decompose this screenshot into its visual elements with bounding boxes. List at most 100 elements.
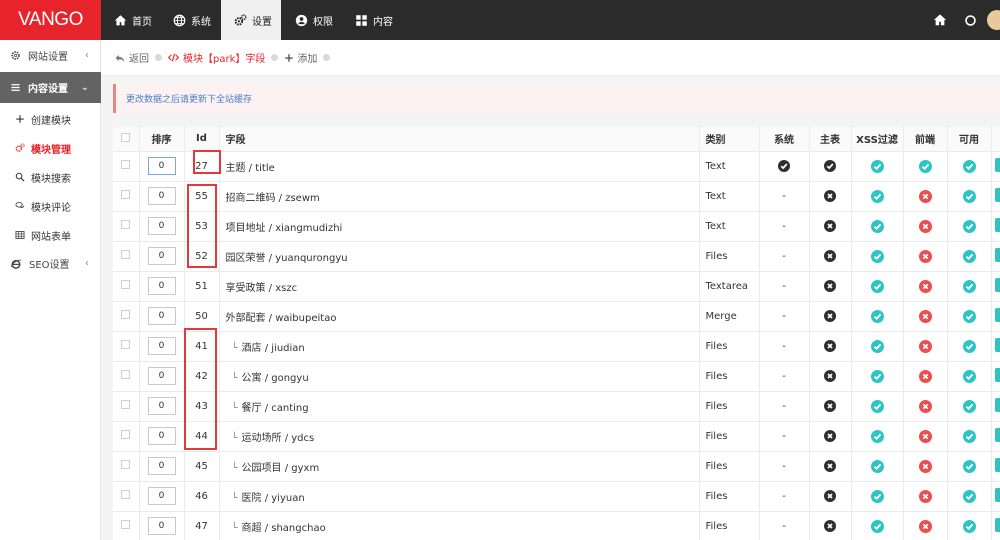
- sort-order-input[interactable]: [147, 337, 176, 355]
- toggle-on-icon[interactable]: [962, 429, 976, 443]
- toggle-on-icon[interactable]: [962, 489, 976, 503]
- sort-order-input[interactable]: [147, 427, 176, 445]
- toggle-off-icon[interactable]: [918, 459, 932, 473]
- toggle-off-icon[interactable]: [918, 399, 932, 413]
- toggle-on-icon[interactable]: [962, 189, 976, 203]
- sidebar-item-module-management[interactable]: 模块管理: [0, 135, 101, 161]
- row-checkbox[interactable]: [121, 310, 131, 319]
- nav-tab-system[interactable]: 系统: [159, 0, 219, 40]
- row-checkbox[interactable]: [121, 370, 131, 379]
- row-checkbox[interactable]: [121, 280, 131, 289]
- header-id[interactable]: Id: [184, 127, 220, 152]
- row-checkbox[interactable]: [121, 490, 131, 499]
- toggle-off-icon[interactable]: [918, 249, 932, 263]
- row-checkbox[interactable]: [121, 460, 131, 469]
- toggle-off-icon[interactable]: [918, 339, 932, 353]
- header-sort[interactable]: 排序: [139, 127, 185, 152]
- toggle-off-icon[interactable]: [918, 429, 932, 443]
- toggle-on-icon[interactable]: [870, 189, 884, 203]
- toggle-on-icon[interactable]: [962, 249, 976, 263]
- sidebar-group-site-settings[interactable]: 网站设置 ‹: [0, 40, 101, 71]
- toggle-on-icon[interactable]: [870, 459, 884, 473]
- toggle-on-icon[interactable]: [962, 519, 976, 533]
- edit-button[interactable]: [994, 517, 1000, 532]
- row-checkbox[interactable]: [121, 400, 131, 409]
- toggle-on-icon[interactable]: [870, 429, 884, 443]
- edit-button[interactable]: [994, 307, 1000, 322]
- sidebar-item-module-search[interactable]: 模块搜索: [0, 164, 101, 190]
- sort-order-input[interactable]: [147, 277, 176, 295]
- toggle-on-icon[interactable]: [870, 489, 884, 503]
- toggle-on-icon[interactable]: [870, 399, 884, 413]
- sort-order-input[interactable]: [147, 487, 176, 505]
- sort-order-input[interactable]: [147, 307, 176, 325]
- edit-button[interactable]: [994, 277, 1000, 292]
- toggle-on-icon[interactable]: [870, 339, 884, 353]
- edit-button[interactable]: [994, 187, 1000, 202]
- toggle-off-icon[interactable]: [918, 279, 932, 293]
- row-checkbox[interactable]: [121, 340, 131, 349]
- sidebar-group-seo-settings[interactable]: SEO设置 ‹: [0, 248, 101, 279]
- toggle-on-icon[interactable]: [870, 369, 884, 383]
- edit-button[interactable]: [994, 367, 1000, 382]
- sort-order-input[interactable]: [147, 247, 176, 265]
- home-shortcut-button[interactable]: [932, 12, 948, 28]
- nav-tab-home[interactable]: 首页: [101, 0, 159, 40]
- edit-button[interactable]: [994, 457, 1000, 472]
- edit-button[interactable]: [994, 157, 1000, 172]
- add-button[interactable]: 添加: [284, 50, 317, 65]
- nav-tab-permissions[interactable]: 权限: [281, 0, 341, 40]
- breadcrumb-current[interactable]: 模块【park】字段: [168, 50, 265, 65]
- toggle-on-icon[interactable]: [962, 399, 976, 413]
- back-link[interactable]: 返回: [115, 50, 149, 65]
- sidebar-group-content-settings[interactable]: 内容设置 ⌄: [0, 72, 101, 103]
- row-checkbox[interactable]: [121, 430, 131, 439]
- row-checkbox[interactable]: [121, 160, 131, 169]
- sidebar-item-create-module[interactable]: 创建模块: [0, 106, 101, 132]
- toggle-on-icon[interactable]: [962, 219, 976, 233]
- toggle-on-icon[interactable]: [962, 309, 976, 323]
- edit-button[interactable]: [994, 337, 1000, 352]
- toggle-on-icon[interactable]: [962, 459, 976, 473]
- toggle-on-icon[interactable]: [870, 219, 884, 233]
- toggle-off-icon[interactable]: [918, 519, 932, 533]
- refresh-button[interactable]: [962, 12, 978, 28]
- toggle-on-icon[interactable]: [962, 159, 976, 173]
- toggle-on-icon[interactable]: [870, 159, 884, 173]
- toggle-on-icon[interactable]: [962, 279, 976, 293]
- toggle-on-icon[interactable]: [870, 309, 884, 323]
- sidebar-item-site-forms[interactable]: 网站表单: [0, 222, 101, 248]
- select-all-checkbox[interactable]: [121, 132, 131, 142]
- edit-button[interactable]: [994, 217, 1000, 232]
- sort-order-input[interactable]: [147, 157, 176, 175]
- sort-order-input[interactable]: [147, 397, 176, 415]
- sort-order-input[interactable]: [147, 457, 176, 475]
- vango-logo[interactable]: VANGO: [0, 0, 101, 40]
- toggle-off-icon[interactable]: [918, 489, 932, 503]
- toggle-on-icon[interactable]: [870, 249, 884, 263]
- avatar[interactable]: [987, 10, 1000, 30]
- sort-order-input[interactable]: [147, 187, 176, 205]
- toggle-off-icon[interactable]: [918, 189, 932, 203]
- toggle-on-icon[interactable]: [918, 159, 932, 173]
- edit-button[interactable]: [994, 397, 1000, 412]
- toggle-on-icon[interactable]: [962, 369, 976, 383]
- sort-order-input[interactable]: [147, 217, 176, 235]
- edit-button[interactable]: [994, 247, 1000, 262]
- row-checkbox[interactable]: [121, 190, 131, 199]
- nav-tab-settings[interactable]: 设置: [221, 0, 281, 40]
- toggle-off-icon[interactable]: [918, 309, 932, 323]
- toggle-on-icon[interactable]: [962, 339, 976, 353]
- toggle-on-icon[interactable]: [870, 279, 884, 293]
- edit-button[interactable]: [994, 427, 1000, 442]
- toggle-on-icon[interactable]: [870, 519, 884, 533]
- toggle-off-icon[interactable]: [918, 219, 932, 233]
- nav-tab-content[interactable]: 内容: [341, 0, 401, 40]
- row-checkbox[interactable]: [121, 250, 131, 259]
- sidebar-item-module-comments[interactable]: 模块评论: [0, 193, 101, 219]
- sort-order-input[interactable]: [147, 367, 176, 385]
- sort-order-input[interactable]: [147, 517, 176, 535]
- row-checkbox[interactable]: [121, 220, 131, 229]
- row-checkbox[interactable]: [121, 520, 131, 529]
- edit-button[interactable]: [994, 487, 1000, 502]
